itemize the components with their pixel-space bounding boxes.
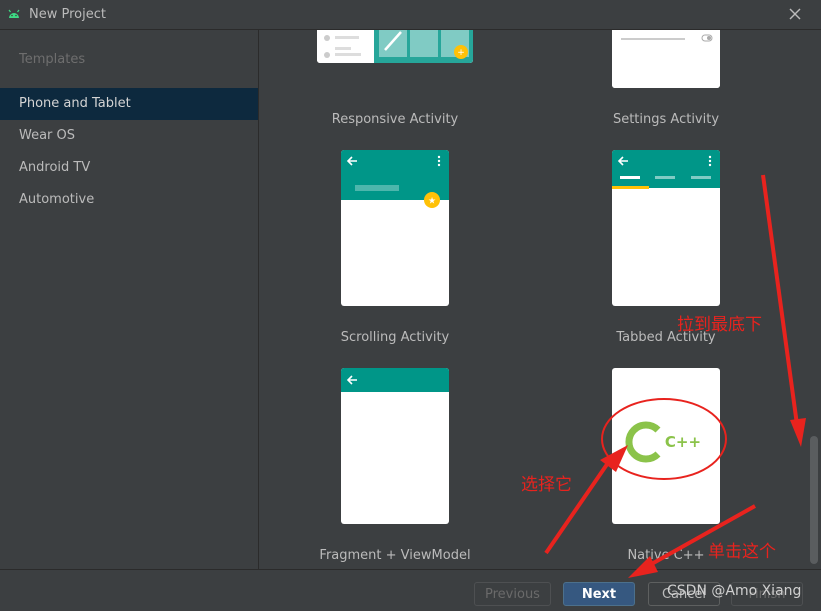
annotation-select-hint: 选择它 xyxy=(521,475,572,495)
gallery-scrollbar-thumb[interactable] xyxy=(810,436,818,564)
responsive-activity-preview: + xyxy=(317,30,473,63)
overflow-menu-icon xyxy=(437,155,441,167)
annotation-scroll-hint: 拉到最底下 xyxy=(677,315,762,335)
sidebar-item-label: Automotive xyxy=(19,192,95,207)
overflow-menu-icon xyxy=(708,155,712,167)
scrolling-activity-preview: ★ xyxy=(341,150,449,208)
tabbed-activity-preview xyxy=(612,150,720,189)
template-card-settings-activity[interactable] xyxy=(612,30,720,88)
sidebar-item-wear-os[interactable]: Wear OS xyxy=(0,120,258,152)
sidebar-item-label: Android TV xyxy=(19,160,91,175)
template-card-fragment-viewmodel[interactable] xyxy=(341,368,449,524)
annotation-click-hint: 单击这个 xyxy=(708,542,776,562)
template-card-tabbed-activity[interactable] xyxy=(612,150,720,306)
sidebar-item-label: Phone and Tablet xyxy=(19,96,131,111)
cpp-logo-text: C++ xyxy=(665,433,701,451)
fragment-viewmodel-preview xyxy=(341,368,449,392)
sidebar-item-label: Wear OS xyxy=(19,128,76,143)
sidebar-item-android-tv[interactable]: Android TV xyxy=(0,152,258,184)
close-icon[interactable] xyxy=(786,5,804,23)
next-button[interactable]: Next xyxy=(563,582,635,606)
svg-text:+: + xyxy=(457,48,465,58)
templates-section-label: Templates xyxy=(19,52,86,67)
window-title: New Project xyxy=(29,7,106,22)
template-label: Responsive Activity xyxy=(331,112,459,127)
templates-sidebar: Templates Phone and Tablet Wear OS Andro… xyxy=(0,30,259,569)
svg-text:★: ★ xyxy=(428,197,436,207)
watermark: CSDN @Amo Xiang xyxy=(667,583,802,599)
template-label: Settings Activity xyxy=(612,112,720,127)
android-icon xyxy=(8,9,20,18)
template-card-responsive-activity[interactable]: + xyxy=(317,30,473,63)
sidebar-item-phone-and-tablet[interactable]: Phone and Tablet xyxy=(0,88,258,120)
template-label: Fragment + ViewModel xyxy=(319,548,471,563)
settings-activity-preview xyxy=(612,30,720,88)
cpp-logo-icon: C++ xyxy=(625,421,701,463)
template-label: Scrolling Activity xyxy=(340,330,450,345)
previous-button[interactable]: Previous xyxy=(474,582,551,606)
sidebar-item-automotive[interactable]: Automotive xyxy=(0,184,258,216)
template-card-native-cpp[interactable]: C++ xyxy=(612,368,720,524)
template-card-scrolling-activity[interactable]: ★ xyxy=(341,150,449,306)
title-bar: New Project xyxy=(0,0,821,30)
